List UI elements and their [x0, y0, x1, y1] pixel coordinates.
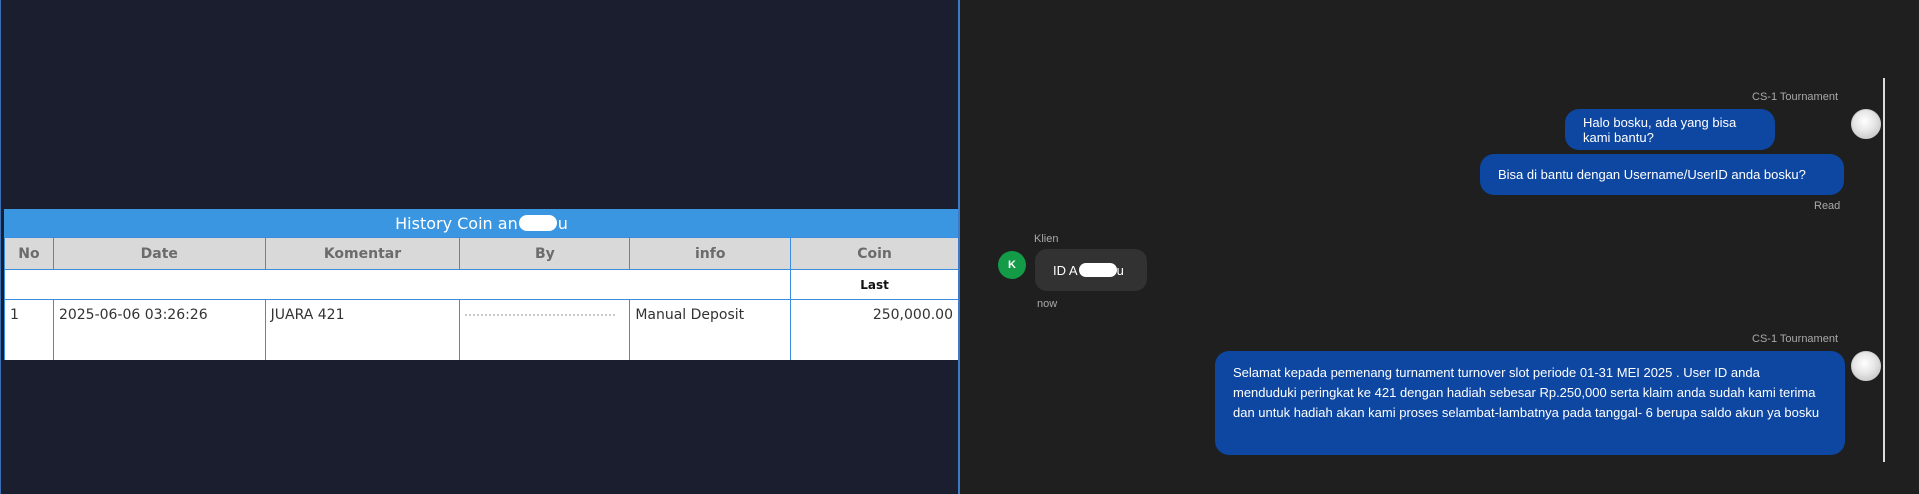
client-name-label: Klien: [1034, 233, 1059, 245]
column-header-coin[interactable]: Coin: [790, 237, 958, 270]
screen: History Coin an u No Date Komentar By in…: [0, 0, 1919, 494]
agent-avatar[interactable]: [1851, 351, 1881, 381]
redacted-by-value: [465, 313, 616, 320]
column-header-no[interactable]: No: [4, 237, 54, 270]
agent-name-label: CS-1 Tournament: [1752, 333, 1839, 345]
row-end-cell: [52, 329, 266, 360]
agent-message-bubble: Selamat kepada pemenang turnament turnov…: [1215, 351, 1845, 455]
subheader-row: Last: [3, 269, 958, 300]
redaction-mask: [1078, 263, 1117, 277]
column-header-date[interactable]: Date: [52, 237, 266, 270]
cell-komentar: JUARA 421: [264, 299, 461, 330]
cell-coin: 250,000.00: [790, 299, 958, 330]
agent-message-bubble: Halo bosku, ada yang bisa kami bantu?: [1565, 109, 1775, 150]
read-status: Read: [1814, 200, 1841, 212]
coin-history-pane: History Coin an u No Date Komentar By in…: [0, 0, 960, 494]
table-row: 1 2025-06-06 03:26:26 JUARA 421 Manual D…: [4, 299, 958, 330]
table-row-end: [4, 329, 958, 360]
row-end-cell: [629, 329, 792, 360]
table-header-row: No Date Komentar By info Coin: [4, 237, 958, 270]
cell-by: [459, 299, 631, 330]
history-title-suffix: u: [557, 213, 568, 233]
row-end-cell: [4, 329, 54, 360]
client-message-time: now: [1037, 298, 1058, 310]
agent-name-label: CS-1 Tournament: [1752, 91, 1839, 103]
cell-no: 1: [4, 299, 54, 330]
agent-message-bubble: Bisa di bantu dengan Username/UserID and…: [1480, 154, 1844, 195]
redaction-mask: [518, 215, 557, 231]
client-message-suffix: u: [1116, 262, 1124, 278]
history-title: History Coin an u: [4, 209, 958, 237]
client-message-prefix: ID A: [1053, 262, 1078, 278]
coin-history-table: No Date Komentar By info Coin Last 1 202…: [3, 237, 958, 360]
agent-avatar[interactable]: [1851, 109, 1881, 139]
column-header-by[interactable]: By: [459, 237, 631, 270]
subheader-last: Last: [790, 269, 958, 300]
client-message-bubble: ID A u: [1035, 249, 1147, 291]
column-header-info[interactable]: info: [629, 237, 792, 270]
column-header-komentar[interactable]: Komentar: [264, 237, 461, 270]
subheader-spacer: [3, 269, 792, 300]
cell-date: 2025-06-06 03:26:26: [52, 299, 266, 330]
cell-info: Manual Deposit: [629, 299, 792, 330]
chat-scrollbar[interactable]: [1883, 78, 1885, 462]
client-avatar[interactable]: K: [998, 251, 1026, 279]
row-end-cell: [264, 329, 461, 360]
row-end-cell: [459, 329, 631, 360]
row-end-cell: [790, 329, 958, 360]
history-title-prefix: History Coin an: [395, 213, 518, 233]
history-coin-panel: History Coin an u No Date Komentar By in…: [3, 209, 958, 360]
